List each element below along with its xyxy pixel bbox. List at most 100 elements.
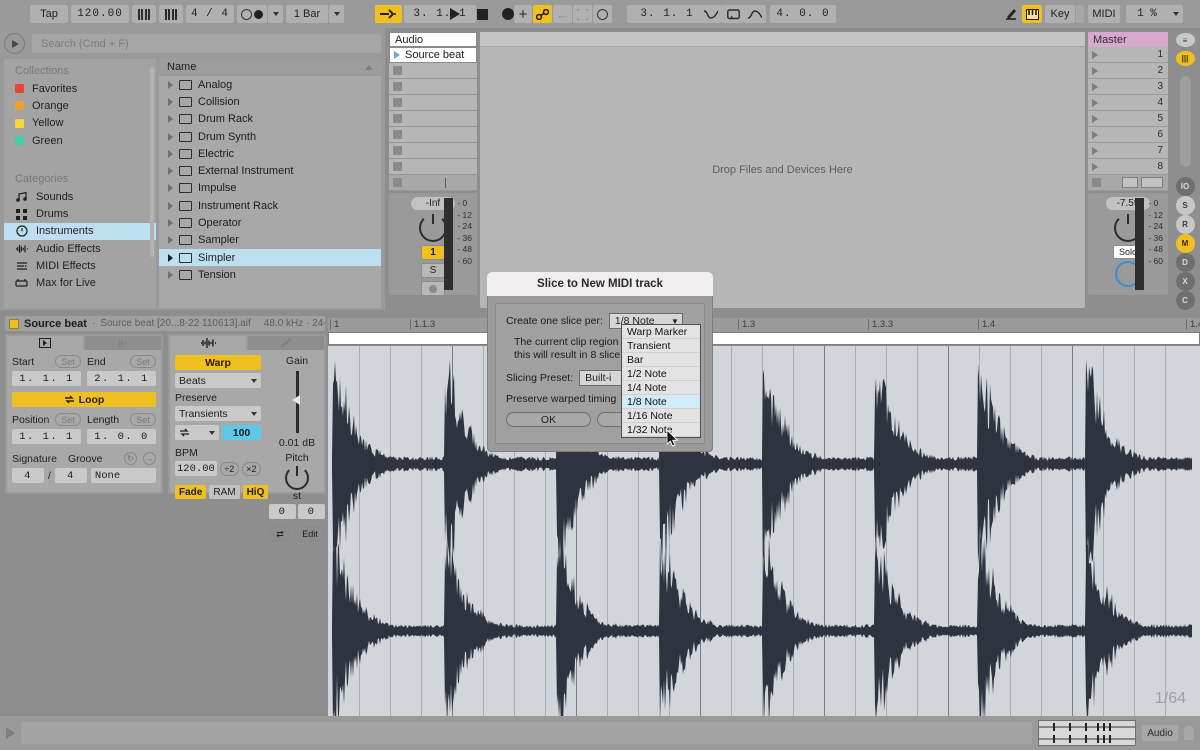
punch-in-icon[interactable] bbox=[700, 5, 722, 23]
dropdown-option[interactable]: Warp Marker bbox=[622, 325, 700, 339]
end-value-field[interactable]: 2. 1. 1 bbox=[87, 371, 156, 386]
clip-slot-source-beat[interactable]: Source beat bbox=[389, 47, 477, 63]
loop-length-field[interactable]: 4. 0. 0 bbox=[770, 5, 836, 23]
quantization-select[interactable]: 1 Bar bbox=[286, 5, 328, 23]
ok-button[interactable]: OK bbox=[506, 412, 591, 427]
clip-slot-empty[interactable] bbox=[389, 159, 477, 175]
sends-toggle[interactable]: S bbox=[1176, 196, 1195, 215]
chevron-right-icon[interactable] bbox=[168, 184, 173, 192]
groove-select[interactable]: None bbox=[91, 468, 156, 483]
chevron-right-icon[interactable] bbox=[168, 167, 173, 175]
slice-per-dropdown-menu[interactable]: Warp MarkerTransientBar1/2 Note1/4 Note1… bbox=[621, 324, 701, 438]
chevron-right-icon[interactable] bbox=[168, 271, 173, 279]
groove-refresh-icon[interactable]: ↻ bbox=[124, 452, 137, 465]
record-mode-icon[interactable] bbox=[237, 5, 267, 23]
scene-row[interactable]: 8 bbox=[1088, 159, 1168, 175]
waveform-display[interactable]: 1/64 bbox=[328, 346, 1200, 716]
ram-toggle-button[interactable]: RAM bbox=[209, 485, 239, 499]
mixer-toggle[interactable]: M bbox=[1176, 234, 1195, 253]
signature-denominator-field[interactable]: 4 bbox=[55, 468, 87, 483]
list-item[interactable]: Tension bbox=[159, 266, 381, 283]
collection-item-green[interactable]: Green bbox=[4, 132, 156, 149]
sidebar-scrollbar[interactable] bbox=[150, 67, 154, 257]
chevron-right-icon[interactable] bbox=[168, 254, 173, 262]
clip-title-bar[interactable]: Source beat · Source beat [20...8-22 110… bbox=[5, 316, 325, 331]
record-arm-icon[interactable] bbox=[421, 281, 445, 296]
chevron-right-icon[interactable] bbox=[168, 219, 173, 227]
chevron-right-icon[interactable] bbox=[168, 81, 173, 89]
tempo-field[interactable]: 120.00 bbox=[71, 5, 129, 23]
sidebar-item-drums[interactable]: Drums bbox=[4, 205, 156, 222]
tab-envelope[interactable] bbox=[248, 336, 324, 350]
clip-slot-empty[interactable] bbox=[389, 111, 477, 127]
metronome-icon[interactable] bbox=[159, 5, 183, 23]
dropdown-option[interactable]: 1/4 Note bbox=[622, 381, 700, 395]
stop-clip-icon[interactable] bbox=[393, 66, 402, 75]
sort-ascending-icon[interactable] bbox=[365, 65, 373, 70]
expand-triangle-icon[interactable] bbox=[6, 727, 15, 739]
list-item[interactable]: Sampler bbox=[159, 232, 381, 249]
end-set-button[interactable]: Set bbox=[130, 355, 156, 368]
tap-tempo-button[interactable]: Tap bbox=[30, 5, 68, 23]
waveform-editor[interactable]: 11.1.31.31.3.31.41.4.3 1/64 bbox=[328, 318, 1200, 716]
master-status-slot[interactable] bbox=[1088, 175, 1168, 191]
dropdown-option[interactable]: 1/2 Note bbox=[622, 367, 700, 381]
reverse-icon[interactable]: ⇄ bbox=[269, 527, 291, 541]
loop-start-field[interactable]: 3. 1. 1 bbox=[627, 5, 707, 23]
tab-clip[interactable] bbox=[7, 336, 83, 350]
list-item[interactable]: Drum Synth bbox=[159, 128, 381, 145]
clip-color-swatch[interactable] bbox=[9, 319, 19, 329]
link-icon[interactable] bbox=[533, 5, 552, 23]
mixer-view-icon[interactable]: ||| bbox=[1176, 51, 1195, 65]
loop-brace[interactable] bbox=[328, 332, 1200, 345]
clip-slot-empty[interactable] bbox=[389, 63, 477, 79]
arrangement-follow-button[interactable] bbox=[375, 5, 402, 23]
scene-row[interactable]: 7 bbox=[1088, 143, 1168, 159]
dropdown-option[interactable]: 1/16 Note bbox=[622, 409, 700, 423]
chevron-down-icon[interactable] bbox=[329, 5, 344, 23]
solo-button-audio[interactable]: S bbox=[421, 263, 445, 278]
position-set-button[interactable]: Set bbox=[55, 413, 81, 426]
clip-slot-empty[interactable] bbox=[389, 79, 477, 95]
scene-launch-icon[interactable] bbox=[1092, 99, 1098, 107]
scene-row[interactable]: 4 bbox=[1088, 95, 1168, 111]
grid-size-indicator[interactable]: 1/64 bbox=[1155, 690, 1186, 708]
loop-switch-icon[interactable] bbox=[722, 5, 744, 23]
bpm-halve-button[interactable]: ÷2 bbox=[220, 462, 239, 476]
pitch-cents-field[interactable]: 0 bbox=[298, 504, 325, 519]
play-button[interactable] bbox=[442, 5, 468, 23]
track-status-slot[interactable] bbox=[389, 175, 477, 191]
length-value-field[interactable]: 1. 0. 0 bbox=[87, 429, 156, 444]
drop-files-area[interactable]: Drop Files and Devices Here bbox=[480, 32, 1085, 308]
scene-launch-icon[interactable] bbox=[1092, 51, 1098, 59]
bpm-double-button[interactable]: ×2 bbox=[242, 462, 261, 476]
back-arrow-icon[interactable]: ← bbox=[553, 5, 572, 23]
loop-circle-icon[interactable] bbox=[593, 5, 612, 23]
delay-toggle[interactable]: D bbox=[1176, 253, 1195, 272]
list-item[interactable]: Simpler bbox=[159, 249, 381, 266]
start-value-field[interactable]: 1. 1. 1 bbox=[12, 371, 81, 386]
list-item[interactable]: Collision bbox=[159, 93, 381, 110]
gain-slider[interactable] bbox=[296, 371, 299, 433]
key-map-button[interactable]: Key bbox=[1045, 5, 1075, 23]
list-item[interactable]: Analog bbox=[159, 76, 381, 93]
clip-slot-empty[interactable] bbox=[389, 143, 477, 159]
list-item[interactable]: Operator bbox=[159, 214, 381, 231]
pitch-semitone-field[interactable]: 0 bbox=[269, 504, 296, 519]
rail-scrollbar[interactable] bbox=[1180, 76, 1191, 167]
metronome-icon[interactable] bbox=[132, 5, 156, 23]
bpm-field[interactable]: 120.00 bbox=[175, 461, 217, 476]
scene-launch-icon[interactable] bbox=[1092, 83, 1098, 91]
list-item[interactable]: Drum Rack bbox=[159, 111, 381, 128]
clip-play-icon[interactable] bbox=[394, 51, 400, 59]
hamburger-menu-icon[interactable]: ≡ bbox=[1176, 33, 1195, 47]
collection-item-favorites[interactable]: Favorites bbox=[4, 80, 156, 97]
fade-toggle-button[interactable]: Fade bbox=[175, 485, 206, 499]
stop-button[interactable] bbox=[470, 5, 494, 23]
track-activator-audio[interactable]: 1 bbox=[421, 245, 445, 260]
scene-launch-icon[interactable] bbox=[1092, 67, 1098, 75]
scene-row[interactable]: 5 bbox=[1088, 111, 1168, 127]
stop-clip-icon[interactable] bbox=[393, 98, 402, 107]
slicing-preset-select[interactable]: Built-i bbox=[579, 370, 627, 386]
collection-item-orange[interactable]: Orange bbox=[4, 97, 156, 114]
